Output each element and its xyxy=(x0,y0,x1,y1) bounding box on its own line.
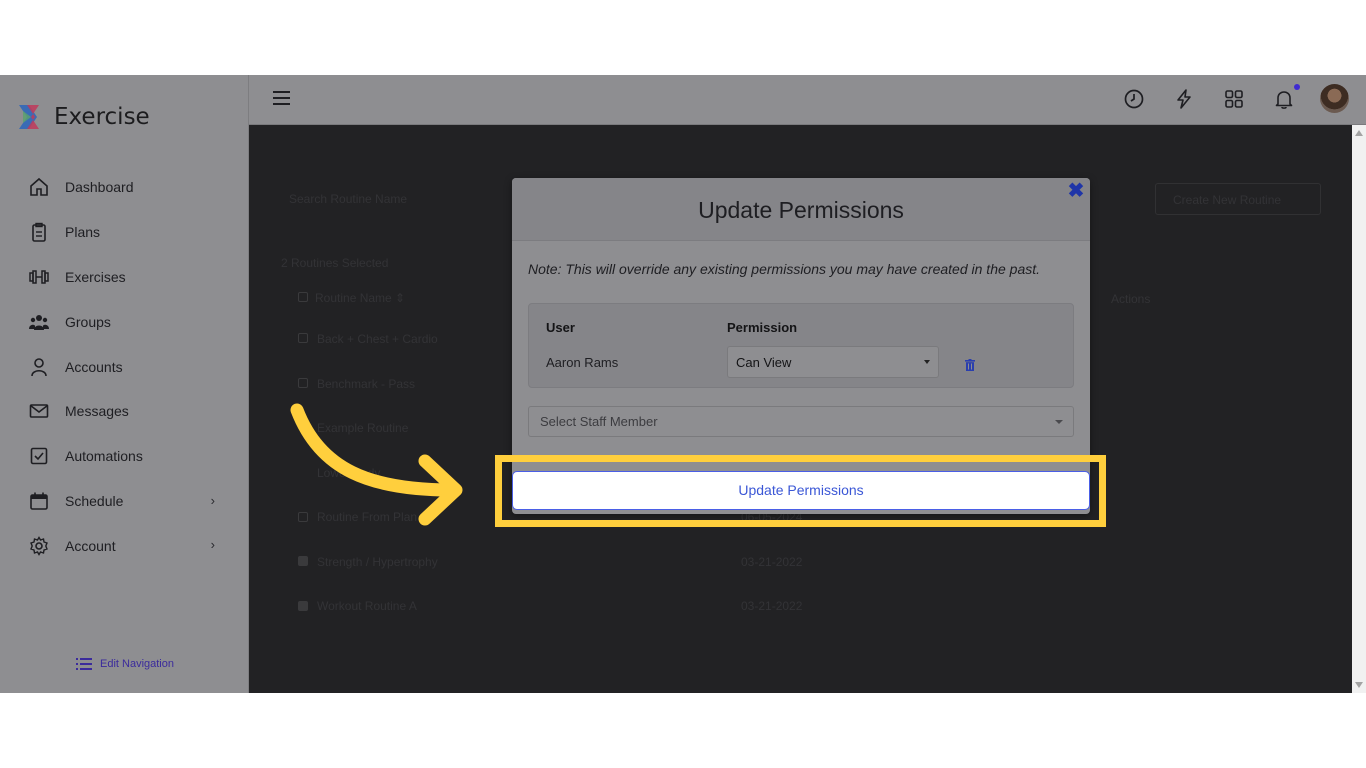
history-icon[interactable] xyxy=(1123,88,1145,110)
sidebar-item-label: Dashboard xyxy=(65,179,134,196)
scrollbar[interactable] xyxy=(1352,125,1366,693)
chevron-right-icon: › xyxy=(210,492,215,508)
clipboard-icon xyxy=(32,222,46,242)
user-column-header: User xyxy=(546,320,575,335)
sidebar-item-label: Automations xyxy=(65,448,143,465)
edit-navigation-link[interactable]: Edit Navigation xyxy=(76,657,174,671)
chevron-right-icon: › xyxy=(210,537,215,553)
table-row-name: Example Routine xyxy=(317,421,409,435)
sidebar-item-plans[interactable]: Plans xyxy=(0,210,249,255)
table-row-date: 03-21-2022 xyxy=(741,555,803,569)
edit-navigation-label: Edit Navigation xyxy=(100,658,174,670)
permission-select[interactable]: Can View xyxy=(727,346,939,378)
caret-down-icon xyxy=(1055,420,1063,424)
row-checkbox[interactable] xyxy=(298,512,308,522)
app-name: Exercise xyxy=(54,104,150,130)
table-row-name: Lower Body xyxy=(317,466,381,480)
table-row-name: Routine From Plan xyxy=(317,510,418,524)
dumbbell-icon xyxy=(29,270,49,284)
table-row-name: Back + Chest + Cardio xyxy=(317,332,438,346)
sidebar-item-messages[interactable]: Messages xyxy=(0,389,249,434)
table-row-name: Benchmark - Pass xyxy=(317,377,416,391)
staff-select-placeholder: Select Staff Member xyxy=(540,414,658,429)
logo-icon xyxy=(17,103,44,131)
sidebar-item-schedule[interactable]: Schedule › xyxy=(0,479,249,524)
modal-header: Update Permissions ✖ xyxy=(512,178,1090,241)
row-checkbox-checked[interactable] xyxy=(298,556,308,566)
table-row-date: 03-21-2022 xyxy=(741,599,803,613)
sidebar-item-label: Schedule xyxy=(65,492,124,509)
sidebar-item-label: Plans xyxy=(65,224,101,241)
row-checkbox[interactable] xyxy=(298,333,308,343)
table-row-user: Aaron Rams xyxy=(546,355,619,370)
checkbox-icon xyxy=(30,447,48,465)
sidebar-item-dashboard[interactable]: Dashboard xyxy=(0,165,249,210)
search-input[interactable]: Search Routine Name xyxy=(289,192,407,206)
sidebar-item-label: Exercises xyxy=(65,268,126,285)
table-row-name: Routine Name ⇕ xyxy=(315,291,406,305)
list-icon xyxy=(76,658,92,670)
menu-icon[interactable] xyxy=(273,91,290,105)
row-checkbox[interactable] xyxy=(298,378,308,388)
table-row-name: Strength / Hypertrophy xyxy=(317,555,438,569)
sidebar-nav: Dashboard Plans Exercises Groups Account… xyxy=(0,165,249,568)
sidebar-item-label: Messages xyxy=(65,403,129,420)
sidebar-item-accounts[interactable]: Accounts xyxy=(0,344,249,389)
sidebar-item-label: Groups xyxy=(65,313,111,330)
permission-column-header: Permission xyxy=(727,320,798,335)
brand[interactable]: Exercise xyxy=(17,103,150,131)
calendar-icon xyxy=(30,492,48,510)
create-routine-label: Create New Routine xyxy=(1173,193,1282,207)
permissions-table: User Permission Aaron Rams Can View xyxy=(528,303,1074,388)
modal-title: Update Permissions xyxy=(698,197,904,223)
person-icon xyxy=(31,357,47,376)
apps-grid-icon[interactable] xyxy=(1223,88,1245,110)
gear-icon xyxy=(30,535,48,556)
bell-icon[interactable] xyxy=(1273,88,1295,110)
notification-dot xyxy=(1294,84,1300,90)
table-row-name: Workout Routine A xyxy=(317,599,417,613)
group-icon xyxy=(29,314,49,330)
sidebar-item-account[interactable]: Account › xyxy=(0,523,249,568)
actions-header: Actions xyxy=(1111,292,1151,306)
trash-icon[interactable] xyxy=(965,359,975,371)
row-checkbox-checked[interactable] xyxy=(298,601,308,611)
staff-member-select[interactable]: Select Staff Member xyxy=(528,406,1074,437)
top-bar xyxy=(249,75,1366,125)
sidebar-item-label: Accounts xyxy=(65,358,123,375)
sidebar-item-groups[interactable]: Groups xyxy=(0,299,249,344)
sidebar: Exercise Dashboard Plans Exercises Group… xyxy=(0,75,249,693)
scroll-down-icon[interactable] xyxy=(1355,682,1363,688)
modal-note: Note: This will override any existing pe… xyxy=(528,261,1041,277)
close-icon[interactable]: ✖ xyxy=(1067,181,1085,201)
row-checkbox[interactable] xyxy=(298,292,308,302)
selected-count: 2 Routines Selected xyxy=(281,256,389,270)
caret-down-icon xyxy=(924,360,930,364)
sidebar-item-label: Account xyxy=(65,537,116,554)
scroll-up-icon[interactable] xyxy=(1355,130,1363,136)
bolt-icon[interactable] xyxy=(1173,88,1195,110)
permission-select-value: Can View xyxy=(736,355,792,370)
home-icon xyxy=(30,178,48,197)
mail-icon xyxy=(29,404,49,419)
sidebar-item-automations[interactable]: Automations xyxy=(0,434,249,479)
avatar[interactable] xyxy=(1320,84,1349,113)
sidebar-item-exercises[interactable]: Exercises xyxy=(0,255,249,300)
update-permissions-button[interactable]: Update Permissions xyxy=(512,471,1090,510)
